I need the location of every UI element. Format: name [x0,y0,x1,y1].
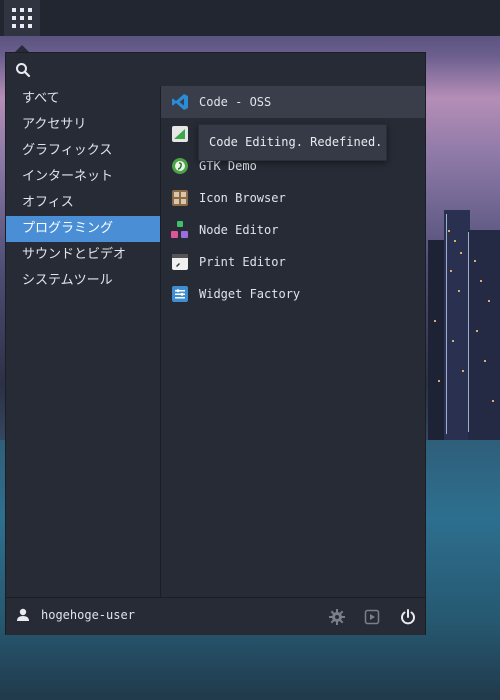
app-item-code-oss[interactable]: Code - OSS [161,86,425,118]
print-editor-icon [171,253,189,271]
search-icon [16,63,31,78]
lock-screen-button[interactable] [363,608,381,626]
app-item-node-editor[interactable]: Node Editor [161,214,425,246]
user-icon [17,608,29,621]
app-item-widget-factory[interactable]: Widget Factory [161,278,425,310]
vscode-icon [171,93,189,111]
search-bar [6,53,425,86]
app-item-icon-browser[interactable]: Icon Browser [161,182,425,214]
category-accessories[interactable]: アクセサリ [6,112,160,138]
username: hogehoge-user [41,608,135,622]
power-icon [401,609,415,625]
category-office[interactable]: オフィス [6,190,160,216]
app-list: Code - OSS G GTK Demo [161,86,425,597]
node-editor-icon [171,221,189,239]
app-label: Print Editor [199,255,286,269]
category-system-tools[interactable]: システムツール [6,268,160,294]
app-label: Widget Factory [199,287,301,301]
app-label: Node Editor [199,223,279,237]
gtk-demo-icon [171,157,189,175]
app-label: Code - OSS [199,95,272,109]
gtk-icon [171,125,189,143]
app-label: GTK Demo [199,159,257,173]
app-menu-button[interactable] [4,0,40,36]
category-internet[interactable]: インターネット [6,164,160,190]
grid-icon [12,8,32,28]
wallpaper-skyline [428,210,500,440]
app-label: Icon Browser [199,191,286,205]
search-input[interactable] [36,58,420,82]
power-button[interactable] [399,608,417,626]
top-panel [0,0,500,36]
app-item-print-editor[interactable]: Print Editor [161,246,425,278]
gear-icon [329,609,345,625]
app-tooltip: Code Editing. Redefined. [198,124,387,161]
play-icon [364,609,380,625]
category-sound-video[interactable]: サウンドとビデオ [6,242,160,268]
category-programming[interactable]: プログラミング [6,216,160,242]
settings-button[interactable] [328,608,346,626]
category-sidebar: すべて アクセサリ グラフィックス インターネット オフィス プログラミング サ… [6,86,161,597]
icon-browser-icon [171,189,189,207]
category-graphics[interactable]: グラフィックス [6,138,160,164]
menu-footer: hogehoge-user [6,597,425,635]
category-all[interactable]: すべて [6,86,160,112]
menu-pointer [15,45,29,52]
widget-factory-icon [171,285,189,303]
user-info[interactable]: hogehoge-user [16,608,135,622]
